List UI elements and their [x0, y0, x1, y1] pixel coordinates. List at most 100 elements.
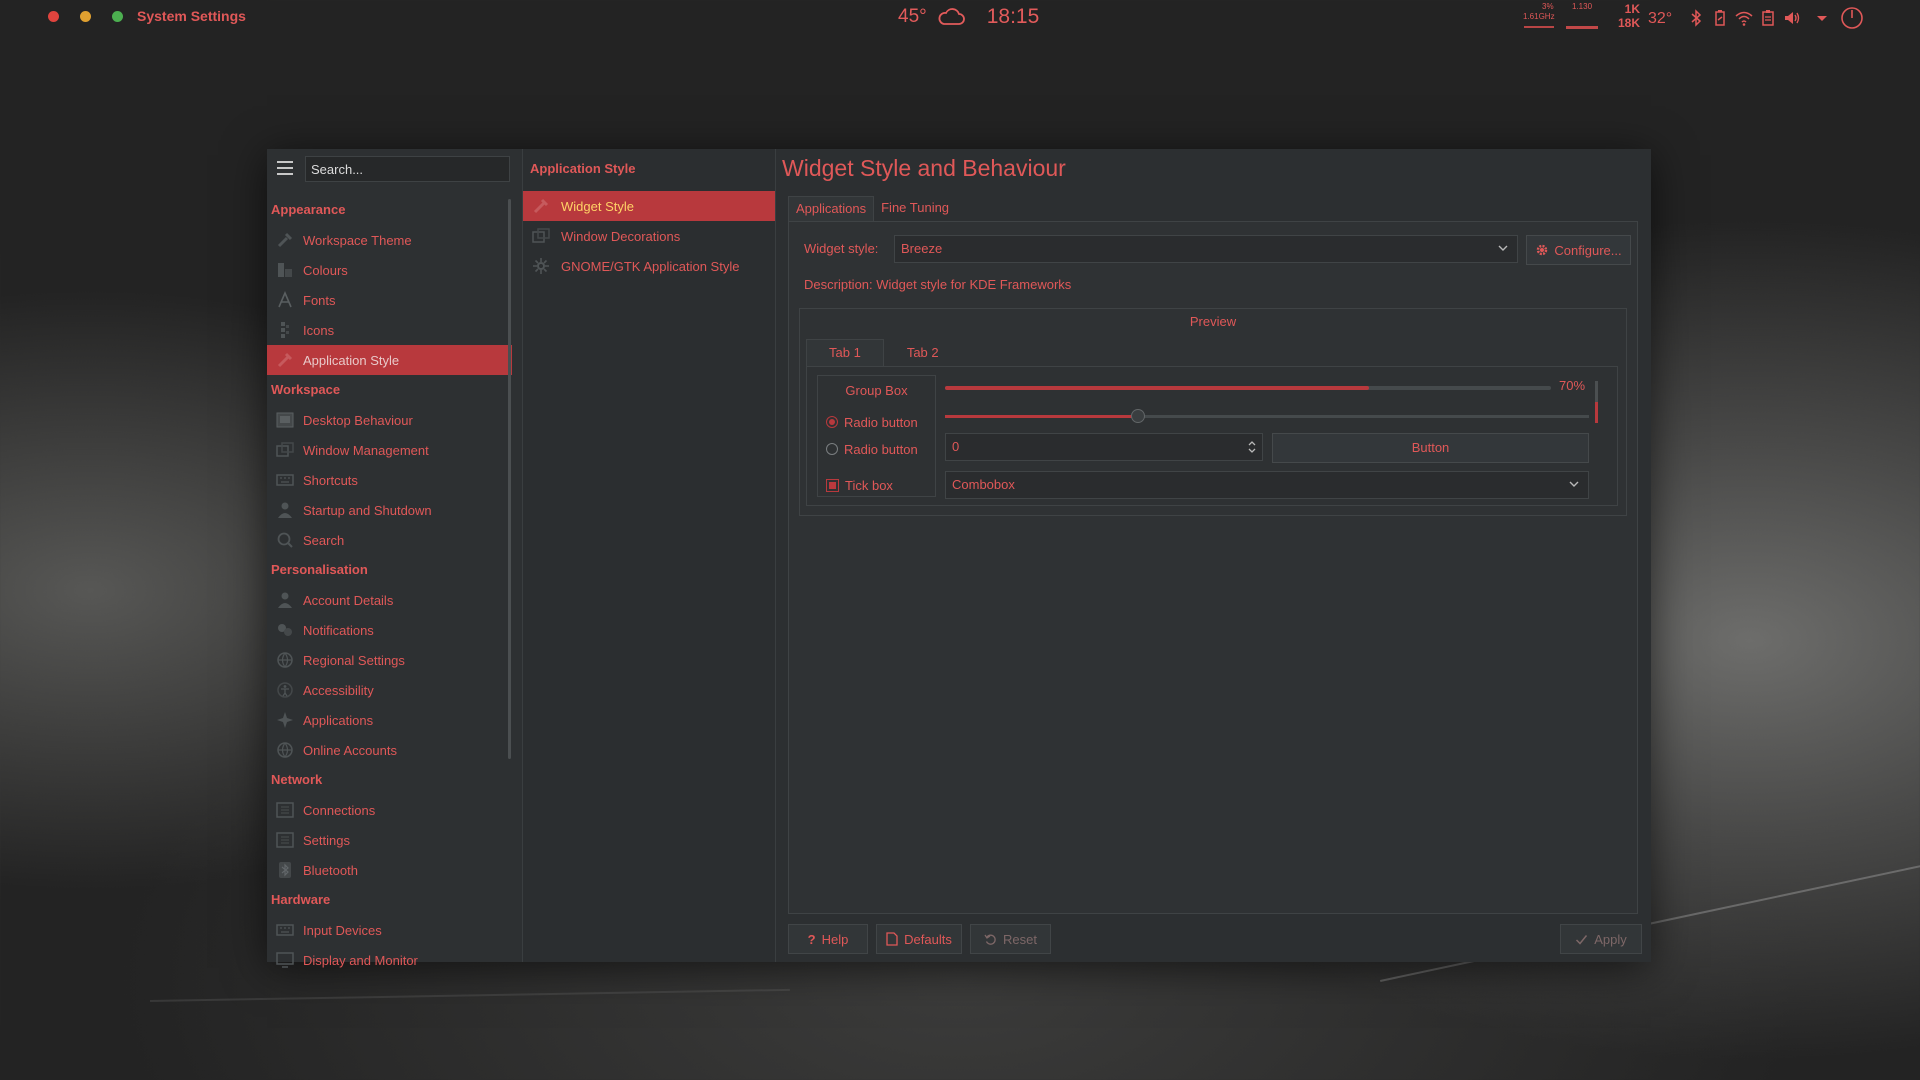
sidebar-item-label: Connections [303, 802, 376, 818]
subcategory-items: Widget Style Window Decorations GNOME/GT… [523, 191, 775, 281]
memory-graph [1566, 26, 1598, 29]
tab-panel: Widget style: Breeze Configure... Descri… [788, 221, 1638, 914]
online-accounts-icon [274, 739, 296, 761]
preview-combobox[interactable]: Combobox [945, 471, 1589, 499]
sidebar-list: Appearance Workspace Theme Colours Fonts… [267, 195, 512, 975]
sidebar-item-label: Applications [303, 712, 374, 728]
tab-fine-tuning[interactable]: Fine Tuning [874, 196, 956, 220]
radio-button-2[interactable]: Radio button [826, 439, 918, 459]
desktop-streak [150, 988, 790, 1002]
wifi-icon[interactable] [1734, 8, 1754, 28]
help-button[interactable]: ? Help [788, 924, 868, 954]
weather-temperature: 45° [898, 6, 927, 27]
preview-frame: Preview Tab 1 Tab 2 Group Box Radio butt… [799, 308, 1627, 516]
sidebar-item-applications[interactable]: Applications [267, 705, 512, 735]
style-description: Description: Widget style for KDE Framew… [804, 277, 1072, 292]
volume-icon[interactable] [1782, 8, 1802, 28]
maximize-window-button[interactable] [112, 11, 123, 22]
tab-applications[interactable]: Applications [788, 196, 875, 221]
sidebar-item-display-monitor[interactable]: Display and Monitor [267, 945, 512, 975]
active-window-title: System Settings [137, 8, 246, 24]
tick-indicator [826, 478, 839, 492]
radio-button-1[interactable]: Radio button [826, 412, 918, 432]
cpu-temperature: 32° [1648, 10, 1673, 27]
application-style-icon [274, 349, 296, 371]
applications-icon [274, 709, 296, 731]
sidebar-item-application-style[interactable]: Application Style [267, 345, 512, 375]
horizontal-slider[interactable] [945, 409, 1589, 423]
cpu-frequency: 1.61GHz [1523, 12, 1555, 21]
chevron-down-icon [1498, 245, 1508, 251]
preview-button[interactable]: Button [1272, 433, 1589, 463]
widget-style-combobox[interactable]: Breeze [894, 235, 1518, 263]
sidebar-item-label: Workspace Theme [303, 232, 412, 248]
configure-button[interactable]: Configure... [1526, 235, 1631, 265]
subcategory-item-gtk-style[interactable]: GNOME/GTK Application Style [523, 251, 775, 281]
apply-button[interactable]: Apply [1560, 924, 1642, 954]
preview-tab-2[interactable]: Tab 2 [884, 339, 962, 367]
subcategory-item-widget-style[interactable]: Widget Style [523, 191, 775, 221]
clipboard-icon[interactable] [1758, 8, 1778, 28]
sidebar-item-notifications[interactable]: Notifications [267, 615, 512, 645]
clock-weather-widget[interactable]: 45° 18:15 [898, 4, 1039, 30]
apply-label: Apply [1594, 931, 1627, 947]
regional-settings-icon [274, 649, 296, 671]
vertical-slider[interactable] [1595, 381, 1598, 423]
sidebar-item-search[interactable]: Search [267, 525, 512, 555]
icons-icon [274, 319, 296, 341]
close-window-button[interactable] [48, 11, 59, 22]
sidebar-item-desktop-behaviour[interactable]: Desktop Behaviour [267, 405, 512, 435]
tick-box[interactable]: Tick box [826, 475, 893, 495]
tray-expand-icon[interactable] [1812, 8, 1832, 28]
sidebar-item-account-details[interactable]: Account Details [267, 585, 512, 615]
sidebar-item-fonts[interactable]: Fonts [267, 285, 512, 315]
sidebar-item-workspace-theme[interactable]: Workspace Theme [267, 225, 512, 255]
account-details-icon [274, 589, 296, 611]
colours-icon [274, 259, 296, 281]
sidebar-item-icons[interactable]: Icons [267, 315, 512, 345]
sidebar-scrollbar[interactable] [508, 199, 511, 759]
help-icon: ? [807, 931, 816, 947]
widget-style-icon [531, 196, 551, 216]
search-input[interactable] [305, 156, 510, 182]
sidebar-item-label: Search [303, 532, 345, 548]
search-icon [274, 529, 296, 551]
subcategory-title: Application Style [530, 161, 636, 176]
input-devices-icon [274, 919, 296, 941]
sidebar-header [267, 149, 522, 191]
subcategory-item-window-decorations[interactable]: Window Decorations [523, 221, 775, 251]
minimize-window-button[interactable] [80, 11, 91, 22]
sidebar-item-colours[interactable]: Colours [267, 255, 512, 285]
sidebar-item-label: Icons [303, 322, 335, 338]
slider-handle[interactable] [1131, 409, 1146, 423]
sidebar-item-label: Display and Monitor [303, 952, 418, 968]
sidebar-item-accessibility[interactable]: Accessibility [267, 675, 512, 705]
sidebar-item-startup-shutdown[interactable]: Startup and Shutdown [267, 495, 512, 525]
sidebar-item-online-accounts[interactable]: Online Accounts [267, 735, 512, 765]
configure-label: Configure... [1554, 242, 1622, 258]
power-icon[interactable] [1840, 6, 1864, 30]
sidebar-item-regional-settings[interactable]: Regional Settings [267, 645, 512, 675]
bluetooth-icon[interactable] [1686, 8, 1706, 28]
reset-button[interactable]: Reset [970, 924, 1051, 954]
sidebar-item-network-settings[interactable]: Settings [267, 825, 512, 855]
spin-box[interactable]: 0 [945, 433, 1263, 461]
hamburger-menu-icon[interactable] [277, 161, 293, 175]
widget-style-label: Widget style: [804, 241, 879, 256]
cloud-icon [938, 8, 965, 25]
preview-tabs: Tab 1 Tab 2 [806, 339, 962, 367]
sidebar-item-label: Fonts [303, 292, 336, 308]
preview-tab-1[interactable]: Tab 1 [806, 339, 884, 366]
progress-percent: 70% [1559, 378, 1586, 393]
spin-arrows-icon[interactable] [1247, 437, 1257, 457]
sidebar-item-label: Accessibility [303, 682, 374, 698]
sidebar-item-shortcuts[interactable]: Shortcuts [267, 465, 512, 495]
sidebar-item-connections[interactable]: Connections [267, 795, 512, 825]
battery-icon[interactable] [1710, 8, 1730, 28]
spin-box-value: 0 [952, 439, 960, 454]
sidebar-item-label: Application Style [303, 352, 400, 368]
sidebar-item-bluetooth[interactable]: Bluetooth [267, 855, 512, 885]
sidebar-item-input-devices[interactable]: Input Devices [267, 915, 512, 945]
defaults-button[interactable]: Defaults [876, 924, 962, 954]
sidebar-item-window-management[interactable]: Window Management [267, 435, 512, 465]
